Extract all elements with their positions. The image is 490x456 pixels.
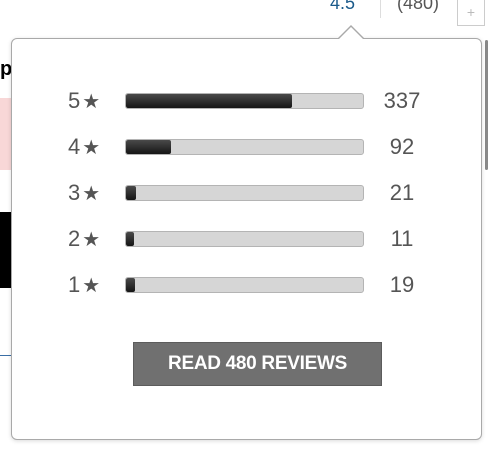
star-level-number: 4 [68,134,81,159]
rating-bar-track [125,277,364,293]
star-level-label: 3 ★ [68,178,110,208]
popover-arrow-fill [338,27,364,40]
rating-bar-track [125,93,364,109]
rating-row-1-star[interactable]: 1 ★ 19 [12,270,481,300]
star-level-number: 2 [68,226,81,251]
rating-histogram-popover: 5 ★ 337 4 ★ 92 3 ★ 21 2 ★ 11 1 ★ 19 READ 480 REVIEWS [11,25,482,440]
star-level-number: 3 [68,180,81,205]
rating-row-4-star[interactable]: 4 ★ 92 [12,132,481,162]
review-count-link[interactable]: (480) [397,0,439,14]
header-divider [380,0,381,18]
read-reviews-button[interactable]: READ 480 REVIEWS [133,342,382,386]
star-icon: ★ [82,91,101,113]
star-icon: ★ [82,275,101,297]
rating-bar-track [125,231,364,247]
star-icon: ★ [82,229,101,251]
rating-row-3-star[interactable]: 3 ★ 21 [12,178,481,208]
rating-count: 21 [389,180,415,205]
star-level-label: 4 ★ [68,132,110,162]
rating-bar-fill [126,140,172,154]
plus-icon[interactable]: + [457,0,485,26]
rating-bar-fill [126,278,136,292]
star-level-number: 5 [68,88,81,113]
scrollbar-thumb[interactable] [485,40,488,170]
rating-bar-fill [126,94,293,108]
star-icon: ★ [82,137,101,159]
star-level-label: 1 ★ [68,270,110,300]
rating-count: 11 [390,226,414,251]
star-level-label: 2 ★ [68,224,110,254]
rating-row-2-star[interactable]: 2 ★ 11 [12,224,481,254]
star-icon: ★ [82,183,101,205]
rating-bar-fill [126,186,137,200]
rating-count: 19 [389,272,415,297]
star-level-number: 1 [68,272,81,297]
rating-bar-track [125,185,364,201]
rating-value-link[interactable]: 4.5 [330,0,355,14]
star-level-label: 5 ★ [68,86,110,116]
rating-count: 92 [389,134,415,159]
rating-row-5-star[interactable]: 5 ★ 337 [12,86,481,116]
rating-bar-fill [126,232,134,246]
rating-bar-track [125,139,364,155]
rating-count: 337 [383,88,421,113]
